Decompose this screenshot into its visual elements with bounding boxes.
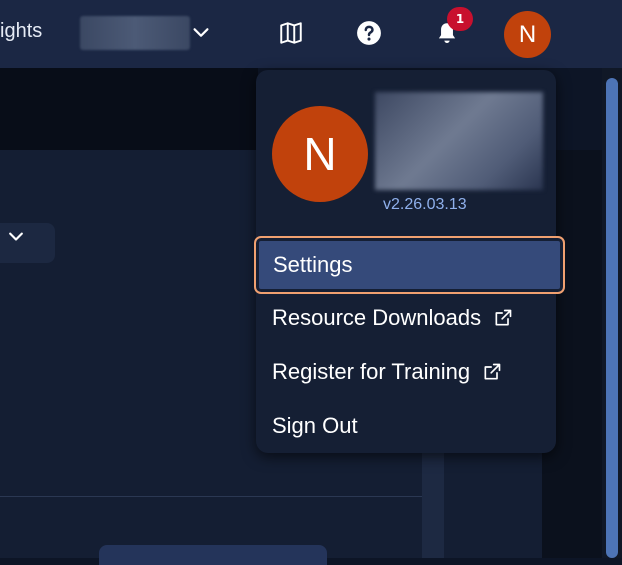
bottom-action-button[interactable] — [99, 545, 327, 565]
external-link-icon — [495, 309, 512, 326]
menu-item-label: Sign Out — [272, 413, 358, 438]
panel-divider — [0, 496, 422, 497]
menu-item-label: Resource Downloads — [272, 305, 482, 330]
app-version: v2.26.03.13 — [383, 196, 467, 213]
map-icon[interactable] — [278, 20, 304, 46]
notification-badge: 1 — [447, 7, 473, 31]
user-menu-avatar: N — [272, 106, 368, 202]
nav-item-insights[interactable]: ights — [0, 20, 42, 43]
chevron-down-icon[interactable] — [190, 22, 212, 44]
menu-item-sign-out[interactable]: Sign Out — [257, 400, 555, 452]
help-icon[interactable] — [356, 20, 382, 46]
user-info-redacted — [375, 92, 543, 190]
menu-item-register-training[interactable]: Register for Training — [257, 346, 555, 398]
menu-item-settings[interactable]: Settings — [254, 236, 565, 294]
user-avatar-button[interactable]: N — [504, 11, 551, 58]
menu-item-resource-downloads[interactable]: Resource Downloads — [257, 292, 555, 344]
org-selector[interactable] — [80, 16, 190, 50]
menu-item-label: Settings — [273, 252, 353, 277]
chevron-down-icon[interactable] — [6, 227, 26, 247]
page-header-band — [0, 68, 258, 150]
menu-item-label: Register for Training — [272, 359, 471, 384]
page-scrollbar-thumb[interactable] — [606, 78, 618, 558]
external-link-icon — [484, 363, 501, 380]
